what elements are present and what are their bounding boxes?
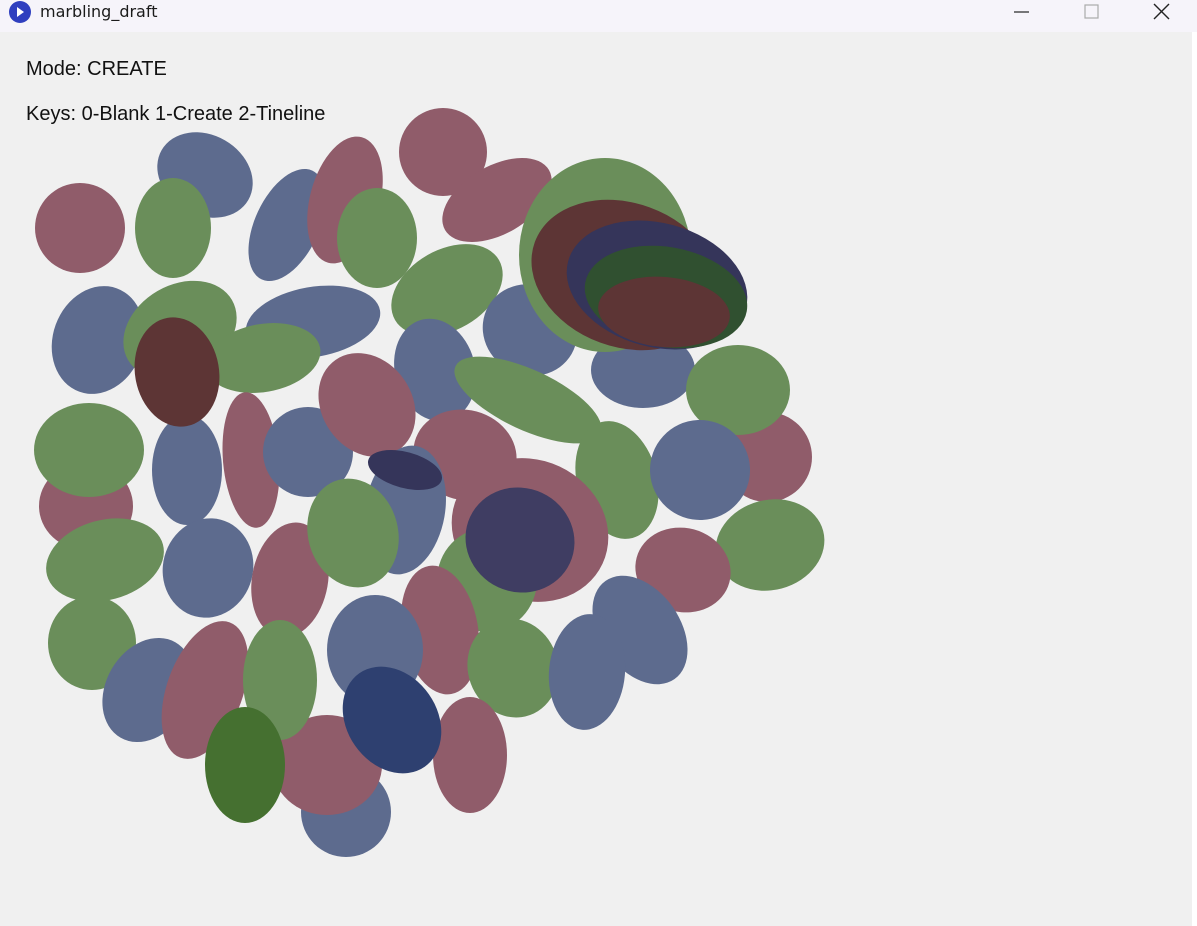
- marble-drop: [34, 403, 144, 497]
- key-create: 1-Create: [154, 103, 233, 125]
- key-blank: 0-Blank: [81, 103, 150, 125]
- mode-label: Mode:: [26, 58, 82, 80]
- marble-drop: [205, 707, 285, 823]
- marble-drop: [433, 697, 507, 813]
- key-tineline: 2-Tineline: [238, 103, 326, 125]
- mode-value: CREATE: [87, 58, 167, 80]
- marble-drop: [135, 178, 211, 278]
- marble-drop: [162, 518, 254, 618]
- keys-label: Keys:: [26, 103, 77, 125]
- marble-drop: [337, 188, 417, 288]
- marble-drop: [152, 415, 222, 525]
- mode-indicator: Mode: CREATE: [26, 58, 167, 81]
- marble-drop: [35, 183, 125, 273]
- marbling-drops: [34, 108, 825, 857]
- keys-legend: Keys: 0-Blank 1-Create 2-Tineline: [26, 103, 325, 126]
